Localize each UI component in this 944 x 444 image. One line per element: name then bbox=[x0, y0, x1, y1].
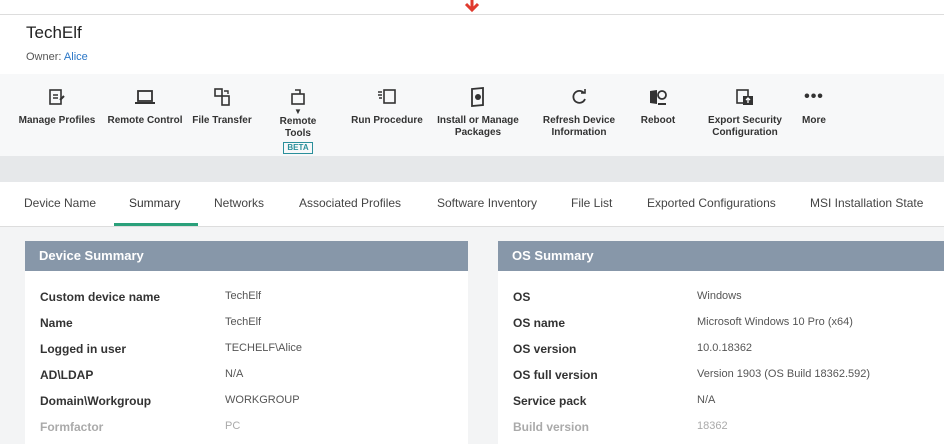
row-value: TECHELF\Alice bbox=[225, 342, 303, 354]
page-title: TechElf bbox=[26, 23, 82, 42]
tab-bar: Device Name Summary Networks Associated … bbox=[0, 182, 944, 227]
tab-associated-profiles[interactable]: Associated Profiles bbox=[299, 196, 401, 210]
file-transfer-icon bbox=[213, 84, 231, 110]
tab-exported-configurations[interactable]: Exported Configurations bbox=[647, 196, 776, 210]
run-procedure-icon bbox=[377, 84, 397, 110]
panel-title: OS Summary bbox=[498, 241, 944, 271]
tab-summary[interactable]: Summary bbox=[129, 196, 180, 210]
toolbar-label: Manage Profiles bbox=[18, 115, 96, 126]
run-procedure-button[interactable]: Run Procedure bbox=[350, 84, 424, 127]
export-icon bbox=[735, 84, 755, 110]
remote-tools-button[interactable]: ▼ Remote Tools BETA bbox=[266, 84, 330, 154]
arrow-down-icon bbox=[464, 0, 480, 13]
row-key: OS bbox=[513, 290, 531, 304]
content-area: Device Summary Custom device name TechEl… bbox=[0, 227, 944, 444]
row-value: 10.0.18362 bbox=[697, 342, 753, 354]
row-value: Version 1903 (OS Build 18362.592) bbox=[697, 368, 871, 380]
row-value: PC bbox=[225, 420, 241, 432]
row-key: OS version bbox=[513, 342, 577, 356]
row-key: Build version bbox=[513, 420, 590, 434]
tab-device-name[interactable]: Device Name bbox=[24, 196, 96, 210]
chevron-down-icon: ▼ bbox=[294, 107, 302, 116]
toolbar-divider-band bbox=[0, 156, 944, 182]
tab-networks[interactable]: Networks bbox=[214, 196, 264, 210]
device-summary-panel: Device Summary Custom device name TechEl… bbox=[25, 241, 468, 444]
install-packages-button[interactable]: Install or Manage Packages bbox=[434, 84, 522, 139]
row-value: Windows bbox=[697, 290, 742, 302]
remote-control-button[interactable]: Remote Control bbox=[105, 84, 185, 127]
toolbar-label: Install or Manage Packages bbox=[437, 115, 519, 138]
toolbar-label: Reboot bbox=[640, 115, 676, 126]
refresh-icon bbox=[570, 84, 588, 110]
active-tab-indicator bbox=[114, 223, 198, 226]
row-value: WORKGROUP bbox=[225, 394, 300, 406]
owner-line: Owner: Alice bbox=[26, 51, 88, 63]
row-value: Microsoft Windows 10 Pro (x64) bbox=[697, 316, 853, 328]
laptop-icon bbox=[134, 84, 156, 110]
row-key: Custom device name bbox=[40, 290, 161, 304]
beta-badge: BETA bbox=[283, 142, 313, 154]
row-value: TechElf bbox=[225, 316, 262, 328]
row-value: N/A bbox=[225, 368, 244, 380]
reboot-button[interactable]: Reboot bbox=[632, 84, 684, 127]
tab-msi-installation-state[interactable]: MSI Installation State bbox=[810, 196, 923, 210]
row-key: OS full version bbox=[513, 368, 598, 382]
toolbar-label: Refresh Device Information bbox=[542, 115, 616, 138]
row-value: 18362 bbox=[697, 420, 728, 432]
device-header: TechElf Owner: Alice bbox=[0, 14, 944, 73]
toolbar-label: Run Procedure bbox=[351, 115, 423, 126]
toolbar-label: More bbox=[802, 115, 826, 126]
row-key: Formfactor bbox=[40, 420, 104, 434]
row-key: AD\LDAP bbox=[40, 368, 94, 382]
row-key: Domain\Workgroup bbox=[40, 394, 152, 408]
os-summary-panel: OS Summary OS Windows OS name Microsoft … bbox=[498, 241, 944, 444]
file-transfer-button[interactable]: File Transfer bbox=[185, 84, 259, 127]
manage-profiles-button[interactable]: Manage Profiles bbox=[12, 84, 102, 127]
row-value: TechElf bbox=[225, 290, 262, 302]
export-security-button[interactable]: Export Security Configuration bbox=[703, 84, 787, 139]
row-key: Logged in user bbox=[40, 342, 127, 356]
toolbar-label: Remote Control bbox=[107, 115, 183, 126]
toolbar-label: Export Security Configuration bbox=[708, 115, 782, 138]
row-key: OS name bbox=[513, 316, 566, 330]
toolbar: Manage Profiles Remote Control File Tran… bbox=[0, 74, 944, 156]
toolbar-label: Remote Tools bbox=[279, 116, 317, 139]
panel-title: Device Summary bbox=[25, 241, 468, 271]
row-key: Name bbox=[40, 316, 73, 330]
row-key: Service pack bbox=[513, 394, 587, 408]
owner-label: Owner: bbox=[26, 51, 62, 63]
tab-software-inventory[interactable]: Software Inventory bbox=[437, 196, 537, 210]
more-button[interactable]: ••• More bbox=[796, 84, 832, 127]
owner-link[interactable]: Alice bbox=[64, 51, 88, 63]
row-value: N/A bbox=[697, 394, 716, 406]
tab-file-list[interactable]: File List bbox=[571, 196, 612, 210]
refresh-device-button[interactable]: Refresh Device Information bbox=[535, 84, 623, 139]
package-icon bbox=[469, 84, 487, 110]
more-icon: ••• bbox=[804, 88, 824, 105]
toolbar-label: File Transfer bbox=[192, 115, 252, 126]
reboot-icon bbox=[648, 84, 668, 110]
manage-profiles-icon bbox=[48, 84, 66, 110]
